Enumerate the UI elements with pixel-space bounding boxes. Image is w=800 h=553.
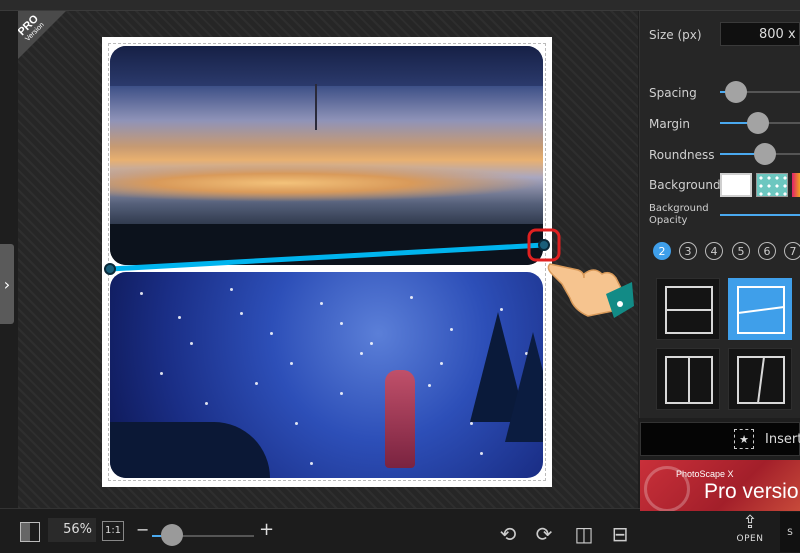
- layout-vertical-split-icon: [665, 356, 713, 404]
- background-opacity-slider[interactable]: [720, 214, 800, 216]
- layout-diagonal-split-icon: [737, 286, 785, 334]
- background-opacity-label: Background Opacity: [649, 203, 709, 227]
- open-button-label: OPEN: [736, 534, 764, 544]
- pro-version-banner[interactable]: PhotoScape X Pro versio: [640, 460, 800, 511]
- zoom-in-button[interactable]: +: [259, 521, 274, 539]
- bg-opacity-label-line1: Background: [649, 203, 709, 214]
- layout-diagonal-vertical-split[interactable]: [728, 348, 792, 410]
- background-pattern-swatch[interactable]: [756, 173, 788, 197]
- pointing-hand-icon: [544, 244, 634, 324]
- promo-text: Pro versio: [704, 480, 799, 503]
- layout-diagonal-vertical-split-icon: [737, 356, 785, 404]
- photo-count-3[interactable]: 3: [679, 242, 697, 260]
- layout-vertical-split[interactable]: [656, 348, 720, 410]
- flip-vertical-icon[interactable]: ⊟: [608, 522, 632, 546]
- photo-count-5[interactable]: 5: [732, 242, 750, 260]
- split-divider-line[interactable]: [107, 242, 547, 272]
- promo-brand: PhotoScape X: [676, 469, 734, 479]
- roundness-slider-knob[interactable]: [753, 143, 776, 165]
- upload-icon: ⇪: [742, 512, 758, 533]
- zoom-value[interactable]: 56%: [48, 518, 96, 542]
- roundness-label: Roundness: [649, 148, 715, 162]
- flip-horizontal-icon[interactable]: ◫: [572, 522, 596, 546]
- background-gradient-swatch[interactable]: [792, 173, 800, 197]
- open-button[interactable]: ⇪ OPEN: [728, 512, 772, 552]
- background-label: Background: [649, 178, 721, 192]
- photo-count-4[interactable]: 4: [705, 242, 723, 260]
- photo-count-2[interactable]: 2: [653, 242, 671, 260]
- size-input[interactable]: 800 x 8: [720, 22, 800, 46]
- spacing-label: Spacing: [649, 86, 697, 100]
- rotate-right-icon[interactable]: ⟳: [532, 522, 556, 546]
- compare-view-icon[interactable]: [20, 522, 40, 542]
- layout-horizontal-split-icon: [665, 286, 713, 334]
- margin-label: Margin: [649, 117, 690, 131]
- photo-count-6[interactable]: 6: [758, 242, 776, 260]
- size-label: Size (px): [649, 28, 702, 42]
- zoom-out-button[interactable]: −: [136, 522, 149, 538]
- insert-star-icon[interactable]: ★: [734, 429, 754, 449]
- bg-opacity-label-line2: Opacity: [649, 215, 688, 226]
- insert-button-label[interactable]: Insert: [765, 432, 800, 447]
- rotate-left-icon[interactable]: ⟲: [496, 522, 520, 546]
- spacing-slider-knob[interactable]: [725, 81, 747, 103]
- background-white-swatch[interactable]: [720, 173, 752, 197]
- save-button-partial[interactable]: S: [780, 512, 800, 552]
- divider-handle-left[interactable]: [104, 263, 116, 275]
- layout-horizontal-split[interactable]: [656, 278, 720, 340]
- actual-size-button[interactable]: 1:1: [102, 521, 124, 541]
- photo-count-7[interactable]: 7: [784, 242, 800, 260]
- layout-diagonal-horizontal-split[interactable]: [728, 278, 792, 340]
